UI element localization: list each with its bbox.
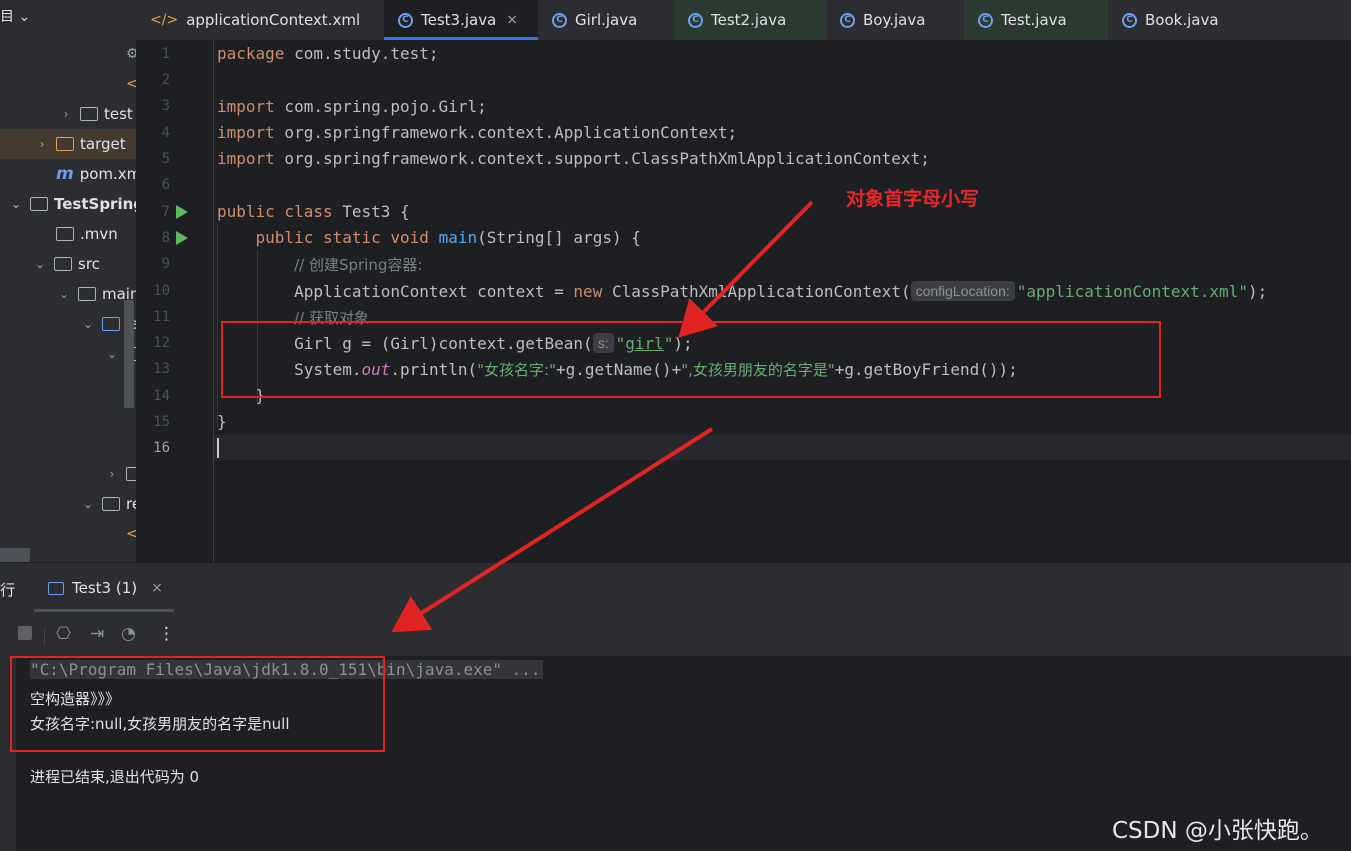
watermark: CSDN @小张快跑。 <box>1112 818 1323 844</box>
arrow-to-code <box>678 200 814 338</box>
annotation-arrows <box>391 200 814 633</box>
arrow-to-console <box>391 427 714 633</box>
